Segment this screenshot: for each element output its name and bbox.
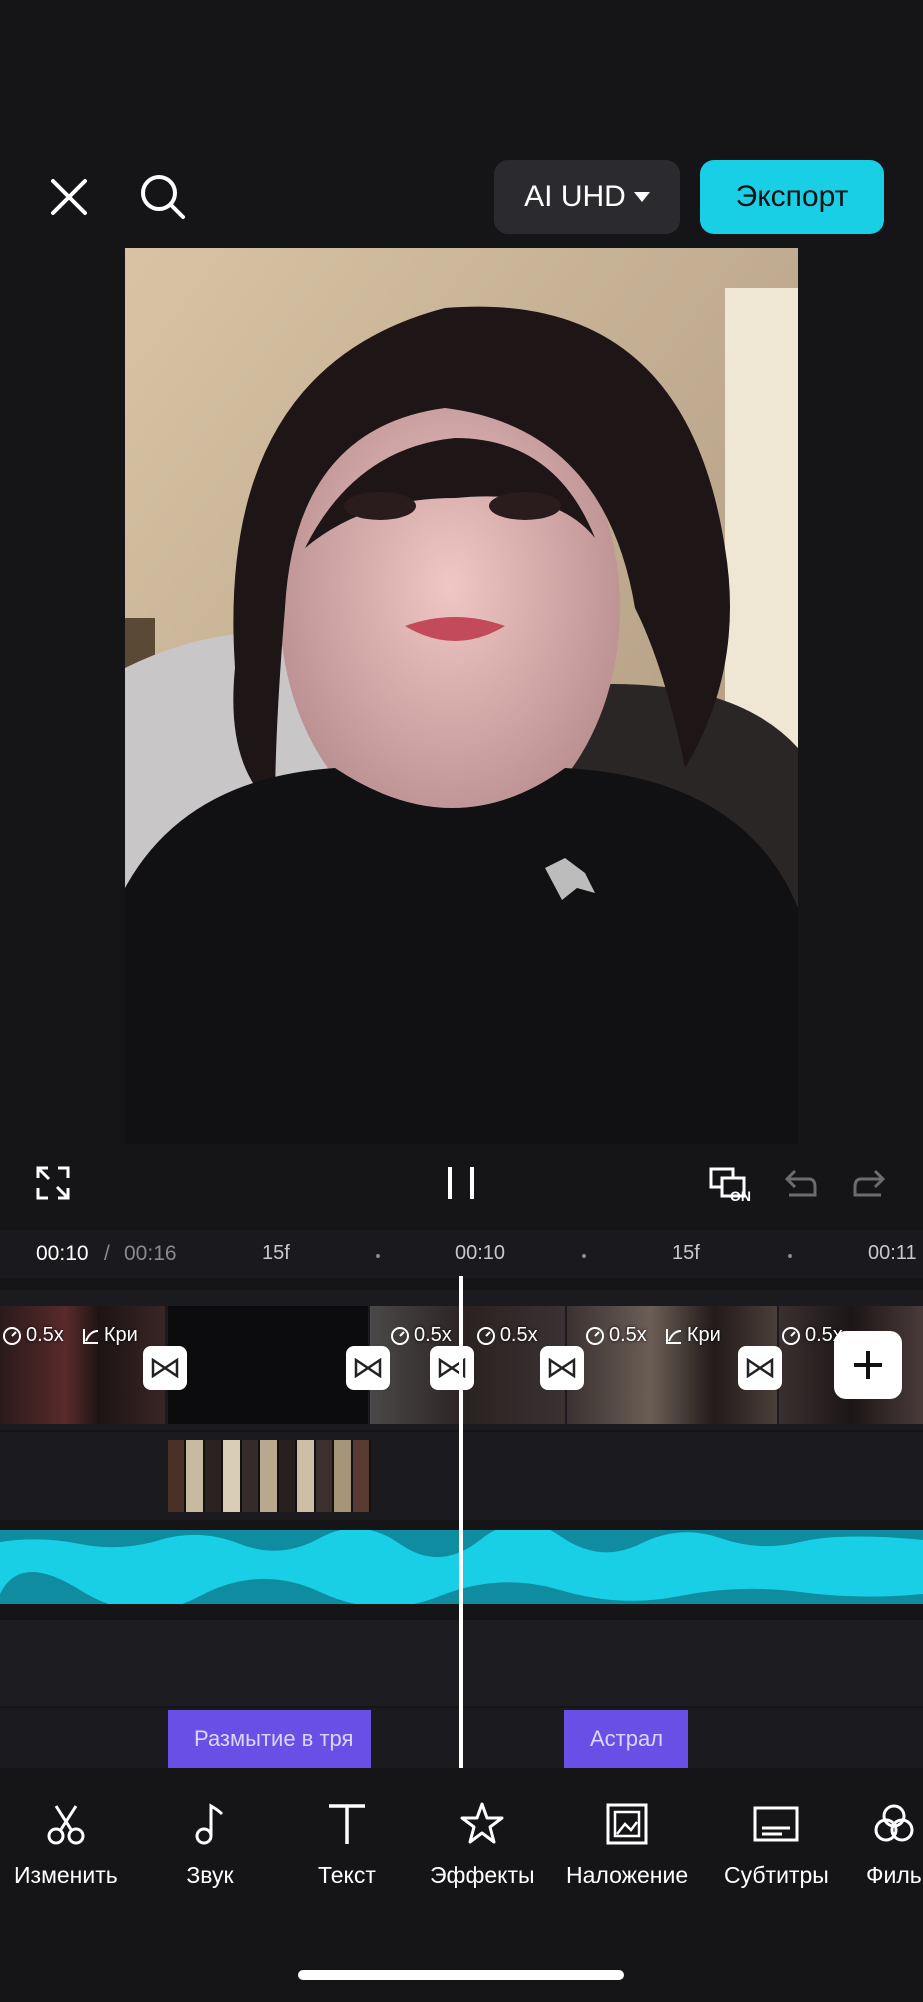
overlay-clip[interactable] [168, 1440, 371, 1512]
playhead[interactable] [459, 1276, 463, 1768]
ruler-label: 00:11 [868, 1242, 917, 1264]
tool-label: Изменить [14, 1862, 118, 1888]
search-icon[interactable] [128, 162, 198, 232]
speed-icon [3, 1326, 21, 1345]
ruler-label: 15f [672, 1242, 700, 1264]
transition-icon[interactable] [143, 1346, 187, 1390]
video-clip[interactable]: 0.5x Кри [0, 1306, 165, 1424]
tool-label: Текст [318, 1862, 376, 1888]
speed-icon [391, 1326, 409, 1345]
speed-icon [586, 1326, 604, 1345]
clip-speed: 0.5x [414, 1324, 452, 1346]
curve-icon [665, 1328, 681, 1344]
star-icon [460, 1802, 504, 1844]
speed-icon [782, 1326, 800, 1345]
clip-speed-badge: 0.5x 0.5x [390, 1324, 538, 1347]
ruler-label: 15f [262, 1242, 290, 1264]
quality-label: AI UHD [524, 180, 626, 213]
total-time: 00:16 [124, 1242, 177, 1265]
clip-curve: Кри [686, 1324, 721, 1346]
pause-icon[interactable] [438, 1160, 484, 1206]
video-preview[interactable] [125, 248, 798, 1144]
transition-icon[interactable] [346, 1346, 390, 1390]
tool-label: Субтитры [724, 1862, 829, 1888]
tool-label: Филь [866, 1862, 922, 1888]
effect-label: Размытие в тря [194, 1726, 354, 1751]
music-note-icon [195, 1803, 224, 1845]
tool-label: Наложение [566, 1862, 689, 1888]
ruler-dot [582, 1254, 586, 1258]
tool-subtitles[interactable]: Субтитры [724, 1800, 829, 1889]
timeline-ruler[interactable]: 00:10 / 00:16 15f 00:10 15f 00:11 [0, 1230, 923, 1278]
add-clip-button[interactable] [834, 1331, 902, 1399]
transition-icon[interactable] [430, 1346, 474, 1390]
transition-icon[interactable] [738, 1346, 782, 1390]
curve-icon [82, 1328, 98, 1344]
current-time: 00:10 [36, 1242, 89, 1265]
time-separator: / [104, 1242, 110, 1265]
overlay-icon [606, 1803, 648, 1845]
video-clip-dark[interactable] [168, 1306, 368, 1424]
undo-icon[interactable] [778, 1160, 824, 1206]
tool-label: Эффекты [430, 1862, 535, 1888]
fullscreen-icon[interactable] [30, 1160, 76, 1206]
ruler-dot [376, 1254, 380, 1258]
clip-speed-badge: 0.5x Кри [585, 1324, 721, 1347]
clip-curve: Кри [103, 1324, 138, 1346]
transition-icon[interactable] [540, 1346, 584, 1390]
effect-chip[interactable]: Размытие в тря [168, 1710, 371, 1768]
tool-edit[interactable]: Изменить [14, 1800, 118, 1889]
tool-text[interactable]: Текст [318, 1800, 376, 1889]
clip-speed-badge: 0.5x Кри [2, 1324, 138, 1347]
filter-icon [874, 1804, 914, 1842]
effect-chip[interactable]: Астрал [564, 1710, 688, 1768]
tool-effects[interactable]: Эффекты [430, 1800, 535, 1889]
effect-label: Астрал [590, 1726, 664, 1751]
keyframe-on-label: ON [730, 1188, 751, 1204]
clip-speed: 0.5x [499, 1324, 538, 1346]
caret-down-icon [633, 192, 650, 202]
tool-sound[interactable]: Звук [186, 1800, 234, 1889]
ruler-label: 00:10 [455, 1242, 506, 1264]
clip-speed: 0.5x [26, 1324, 64, 1346]
tool-filters[interactable]: Филь [866, 1800, 922, 1889]
plus-icon [854, 1351, 882, 1379]
subtitles-icon [753, 1806, 799, 1842]
close-icon[interactable] [34, 162, 104, 232]
speed-icon [476, 1326, 495, 1345]
export-label: Экспорт [735, 180, 849, 213]
preview-frame [125, 248, 798, 1144]
scissors-icon [47, 1805, 85, 1845]
tool-overlay[interactable]: Наложение [566, 1800, 688, 1889]
text-icon [328, 1804, 365, 1844]
keyframe-toggle[interactable]: ON [700, 1158, 756, 1208]
clip-speed: 0.5x [609, 1324, 647, 1346]
tool-label: Звук [186, 1862, 234, 1888]
redo-icon[interactable] [846, 1160, 892, 1206]
quality-dropdown[interactable]: AI UHD [494, 160, 680, 234]
export-button[interactable]: Экспорт [700, 160, 884, 234]
home-indicator [298, 1970, 624, 1980]
ruler-dot [788, 1254, 792, 1258]
